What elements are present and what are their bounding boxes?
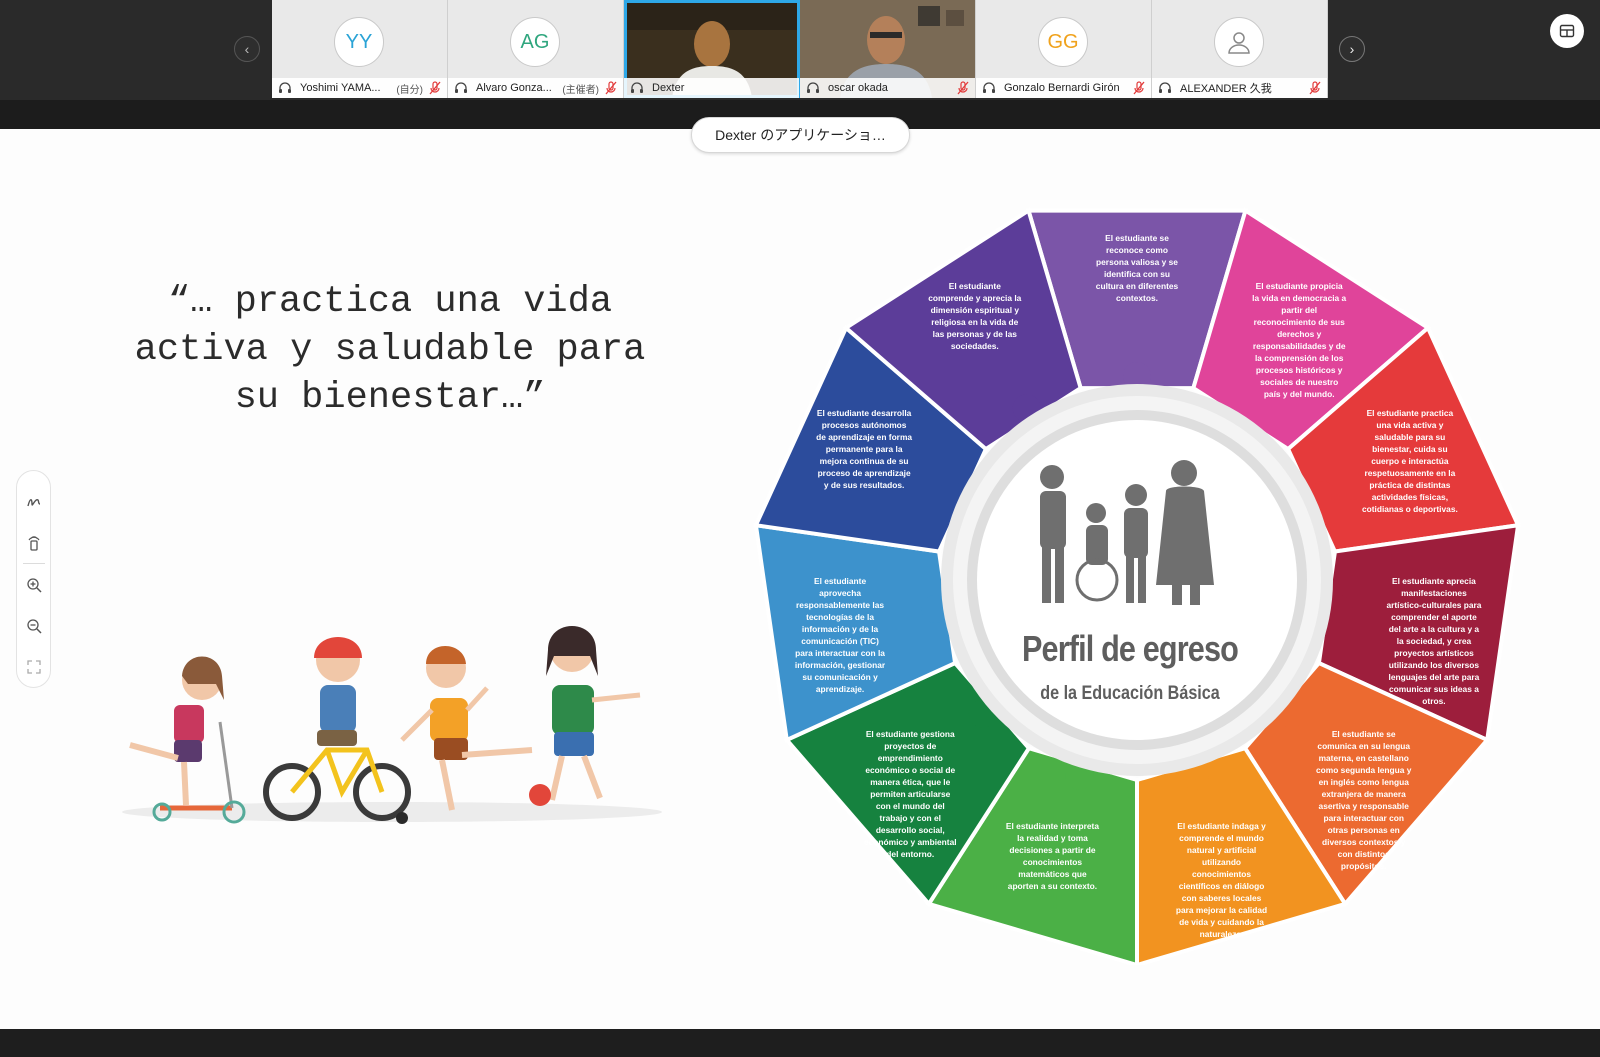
annotate-button[interactable] bbox=[24, 493, 44, 511]
zoom-out-icon bbox=[26, 619, 42, 634]
wheel-center-subtitle: de la Educación Básica bbox=[1040, 683, 1220, 704]
avatar bbox=[1214, 17, 1264, 67]
bicycle-boy-figure bbox=[263, 637, 411, 824]
laser-pointer-button[interactable] bbox=[24, 534, 44, 552]
screen-share-label[interactable]: Dexter のアプリケーショ… bbox=[691, 117, 910, 153]
mic-muted-icon bbox=[429, 81, 441, 95]
participant-namebar: ALEXANDER 久我 bbox=[1152, 78, 1327, 98]
headset-icon bbox=[279, 82, 291, 93]
laser-icon bbox=[28, 536, 39, 551]
quote-line: activa y saludable para bbox=[134, 329, 646, 371]
quote-line: su bienestar…” bbox=[234, 377, 546, 419]
participant-role: (主催者) bbox=[562, 84, 599, 96]
children-playing-illustration bbox=[122, 626, 662, 824]
participant-name: Dexter bbox=[652, 82, 685, 94]
participant-namebar: Alvaro Gonza... (主催者) bbox=[448, 78, 623, 98]
headset-icon bbox=[807, 82, 819, 93]
mic-muted-icon bbox=[1309, 81, 1321, 95]
wheel-segment-text: El estudiante gestiona proyectos de empr… bbox=[863, 729, 957, 860]
quote-line: “… practica una vida bbox=[167, 281, 613, 323]
participant-tile[interactable]: YY Yoshimi YAMA... (自分) bbox=[272, 0, 448, 98]
participant-name: ALEXANDER 久我 bbox=[1180, 83, 1272, 95]
toolbar-divider bbox=[22, 563, 45, 564]
mic-muted-icon bbox=[605, 81, 617, 95]
headset-icon bbox=[983, 82, 995, 93]
participant-tile[interactable]: GG Gonzalo Bernardi Girón bbox=[976, 0, 1152, 98]
fit-screen-icon bbox=[26, 660, 41, 674]
next-page-button[interactable]: › bbox=[1339, 36, 1365, 62]
participant-tile[interactable]: oscar okada bbox=[800, 0, 976, 98]
participant-namebar: Dexter bbox=[624, 78, 799, 98]
avatar: AG bbox=[510, 17, 560, 67]
wheel-segment-text: El estudiante aprecia manifestaciones ar… bbox=[1386, 575, 1482, 706]
headset-icon bbox=[1159, 82, 1171, 93]
participant-tiles: YY Yoshimi YAMA... (自分) AG Alvaro Gonza.… bbox=[272, 0, 1328, 98]
layout-toggle-button[interactable] bbox=[1550, 14, 1584, 48]
zoom-in-icon bbox=[26, 578, 42, 593]
soccer-girl-figure bbox=[529, 626, 641, 806]
wheel-segment-text: El estudiante practica una vida activa y… bbox=[1361, 408, 1458, 515]
chevron-right-icon: › bbox=[1349, 41, 1355, 57]
bottom-bar bbox=[0, 1029, 1600, 1057]
participant-strip: ‹ YY Yoshimi YAMA... (自分) AG Alvaro Gonz… bbox=[0, 0, 1600, 100]
participant-name: Yoshimi YAMA... bbox=[300, 82, 381, 94]
wheel-segment-text: El estudiante se comunica en su lengua m… bbox=[1316, 729, 1412, 872]
wheel-center-title: Perfil de egreso bbox=[1021, 628, 1239, 669]
mic-muted-icon bbox=[957, 81, 969, 95]
participant-namebar: Yoshimi YAMA... (自分) bbox=[272, 78, 447, 98]
wheel-segment-text: El estudiante interpreta la realidad y t… bbox=[1005, 820, 1099, 891]
user-placeholder-icon bbox=[1228, 32, 1250, 54]
participant-namebar: Gonzalo Bernardi Girón bbox=[976, 78, 1151, 98]
wheel-segment-text: El estudiante indaga y comprende el mund… bbox=[1175, 820, 1268, 939]
headset-icon bbox=[631, 82, 643, 93]
zoom-out-button[interactable] bbox=[24, 617, 44, 635]
participant-namebar: oscar okada bbox=[800, 78, 975, 98]
kicking-boy-figure bbox=[400, 646, 533, 811]
participant-tile[interactable]: ALEXANDER 久我 bbox=[1152, 0, 1328, 98]
share-toolbar bbox=[16, 470, 51, 688]
wheel-segment-text: El estudiante propicia la vida en democr… bbox=[1252, 280, 1347, 399]
avatar: GG bbox=[1038, 17, 1088, 67]
prev-page-button[interactable]: ‹ bbox=[234, 36, 260, 62]
participant-name: oscar okada bbox=[828, 82, 888, 94]
chevron-left-icon: ‹ bbox=[244, 41, 250, 57]
participant-tile[interactable]: AG Alvaro Gonza... (主催者) bbox=[448, 0, 624, 98]
participant-tile-active-speaker[interactable]: Dexter bbox=[624, 0, 800, 98]
participant-name: Gonzalo Bernardi Girón bbox=[1004, 82, 1120, 94]
fit-screen-button[interactable] bbox=[24, 658, 44, 676]
annotate-icon bbox=[26, 499, 40, 507]
layout-icon bbox=[1559, 24, 1575, 38]
scooter-girl-figure bbox=[129, 656, 246, 824]
zoom-in-button[interactable] bbox=[24, 576, 44, 594]
headset-icon bbox=[455, 82, 467, 93]
wheel-segment-text: El estudiante comprende y aprecia la dim… bbox=[928, 280, 1022, 351]
participant-role: (自分) bbox=[396, 84, 423, 96]
wheel-segment-text: El estudiante desarrolla procesos autóno… bbox=[816, 408, 913, 491]
wheel-segment-text: El estudiante se reconoce como persona v… bbox=[1095, 233, 1179, 303]
avatar: YY bbox=[334, 17, 384, 67]
slide-quote: “… practica una vida activa y saludable … bbox=[100, 278, 680, 422]
wheel-segment-text: El estudiante aprovecha responsablemente… bbox=[794, 575, 886, 694]
mic-muted-icon bbox=[1133, 81, 1145, 95]
meeting-window: ‹ YY Yoshimi YAMA... (自分) AG Alvaro Gonz… bbox=[0, 0, 1600, 1057]
participant-name: Alvaro Gonza... bbox=[476, 82, 552, 94]
